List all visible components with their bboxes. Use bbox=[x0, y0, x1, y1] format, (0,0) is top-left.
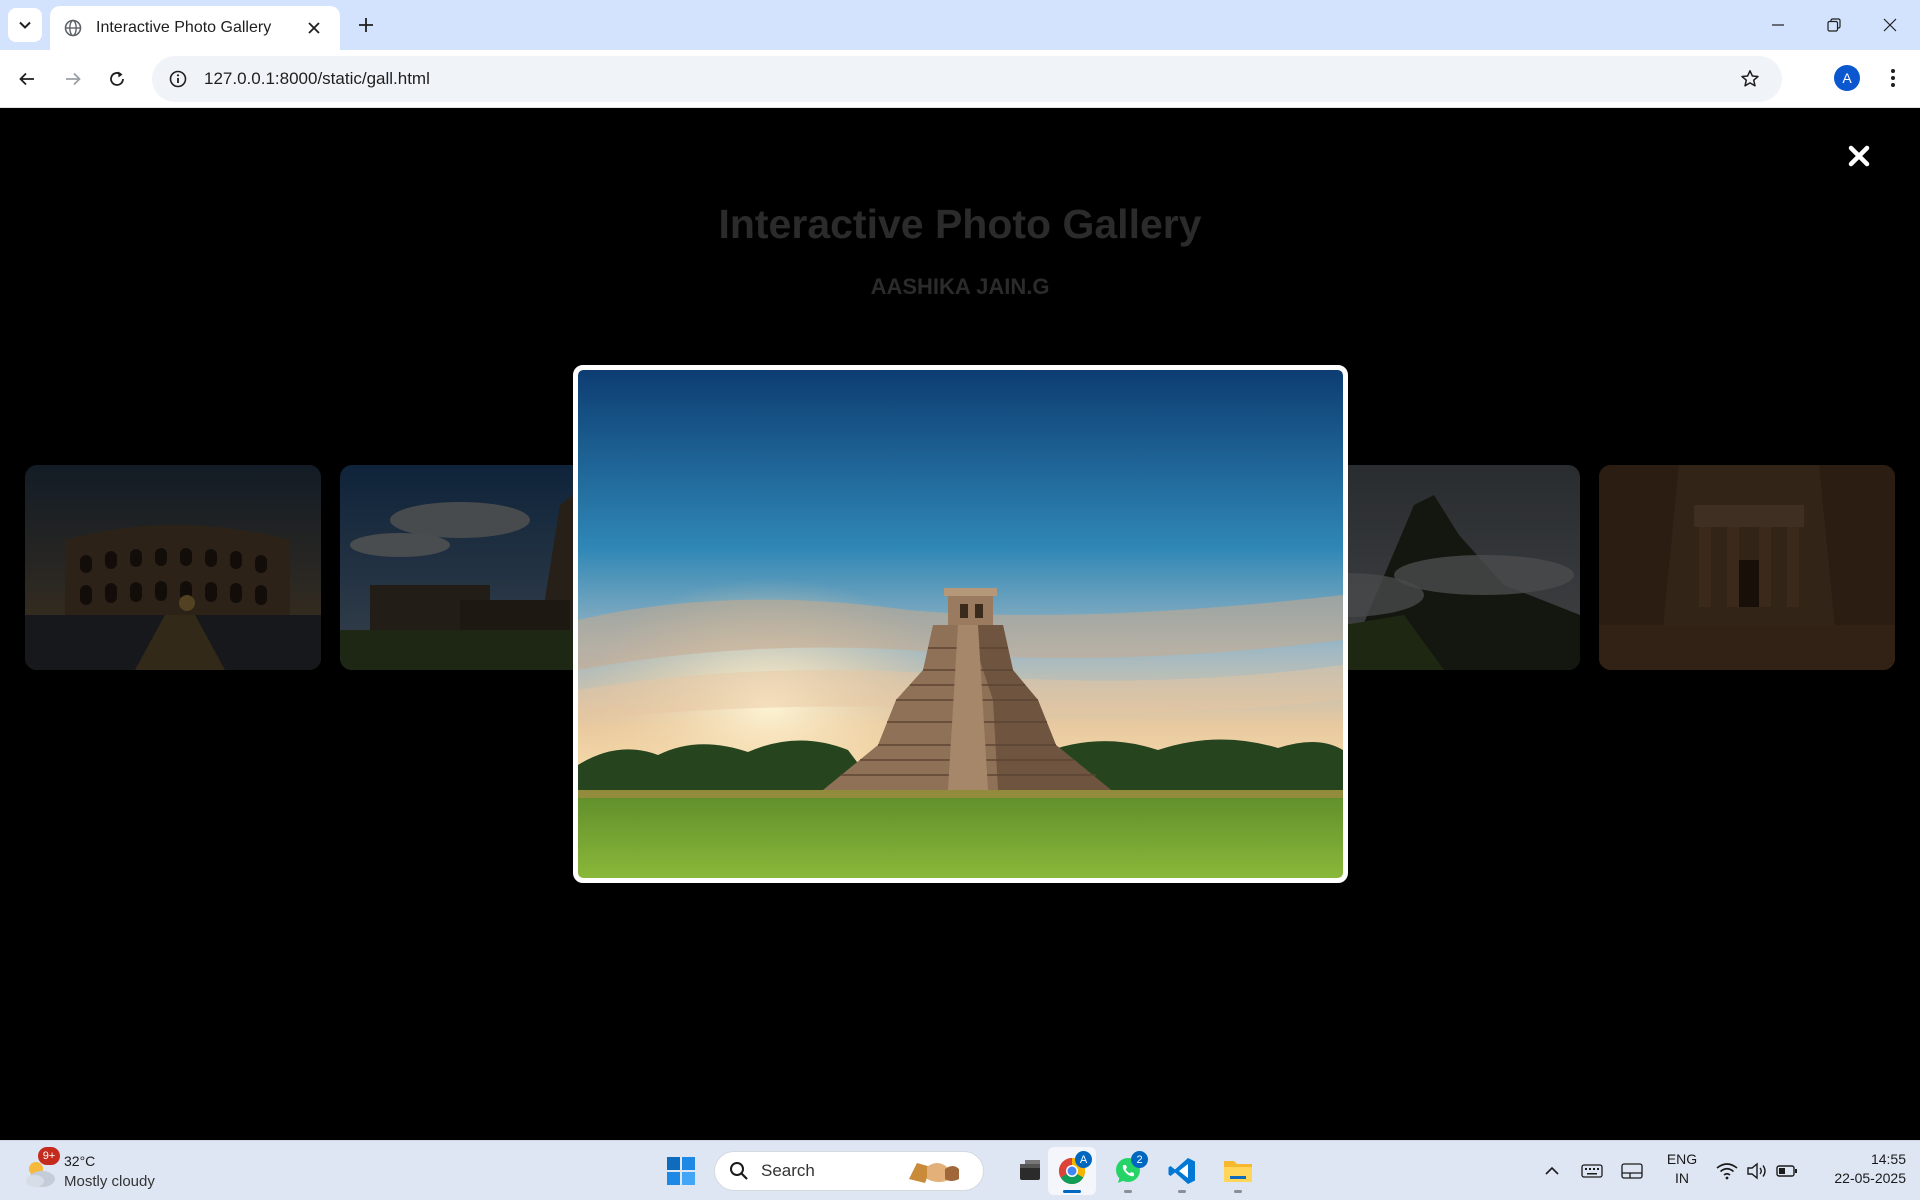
wifi-tray-button[interactable] bbox=[1715, 1159, 1739, 1183]
keyboard-icon bbox=[1581, 1164, 1603, 1178]
tab-close-button[interactable] bbox=[302, 16, 326, 40]
plus-icon bbox=[359, 18, 373, 32]
petra-image bbox=[1599, 465, 1895, 670]
lightbox-close-button[interactable] bbox=[1844, 141, 1874, 171]
site-info-icon[interactable] bbox=[164, 65, 192, 93]
tablet-icon bbox=[1621, 1163, 1643, 1179]
restore-button[interactable] bbox=[1806, 0, 1862, 50]
globe-icon bbox=[64, 19, 82, 37]
tab-search-button[interactable] bbox=[8, 8, 42, 42]
taskbar-file-explorer[interactable] bbox=[1214, 1147, 1262, 1195]
reload-icon bbox=[110, 71, 124, 86]
weather-notification-badge: 9+ bbox=[38, 1147, 60, 1165]
folder-icon bbox=[1224, 1161, 1252, 1182]
more-vertical-icon bbox=[1891, 69, 1895, 87]
search-label: Search bbox=[761, 1161, 815, 1180]
colosseum-image bbox=[25, 465, 321, 670]
weather-description: Mostly cloudy bbox=[64, 1173, 155, 1190]
taskbar-search[interactable]: Search bbox=[714, 1151, 984, 1191]
terminal-icon bbox=[1020, 1160, 1040, 1180]
chrome-profile-badge: A bbox=[1075, 1151, 1092, 1168]
back-button[interactable] bbox=[10, 62, 44, 96]
close-window-button[interactable] bbox=[1862, 0, 1918, 50]
arrow-right-icon bbox=[66, 72, 81, 86]
tab-title: Interactive Photo Gallery bbox=[96, 19, 272, 36]
chichen-itza-pyramid-image bbox=[578, 370, 1343, 878]
forward-button[interactable] bbox=[56, 62, 90, 96]
start-button[interactable] bbox=[657, 1147, 705, 1195]
gallery-thumbnail-colosseum[interactable] bbox=[25, 465, 321, 670]
input-language-indicator[interactable]: ENG IN bbox=[1662, 1150, 1702, 1188]
keyboard-tray-button[interactable] bbox=[1580, 1159, 1604, 1183]
active-app-indicator bbox=[1063, 1190, 1081, 1193]
page-subtitle: AASHIKA JAIN.G bbox=[870, 274, 1050, 299]
restore-icon bbox=[1827, 18, 1841, 32]
bookmark-star-button[interactable] bbox=[1736, 65, 1764, 93]
browser-menu-button[interactable] bbox=[1880, 65, 1906, 91]
running-app-indicator bbox=[1124, 1190, 1132, 1193]
volume-icon bbox=[1747, 1162, 1766, 1180]
address-bar[interactable]: 127.0.0.1:8000/static/gall.html bbox=[152, 56, 1782, 102]
vscode-icon bbox=[1168, 1158, 1195, 1184]
pen-menu-tray-button[interactable] bbox=[1620, 1159, 1644, 1183]
page-title: Interactive Photo Gallery bbox=[718, 201, 1202, 247]
search-icon bbox=[730, 1162, 748, 1180]
weather-temperature: 32°C bbox=[64, 1153, 96, 1169]
running-app-indicator bbox=[1178, 1190, 1186, 1193]
battery-tray-button[interactable] bbox=[1775, 1159, 1799, 1183]
running-app-indicator bbox=[1234, 1190, 1242, 1193]
chevron-up-icon bbox=[1545, 1166, 1559, 1175]
lightbox-modal[interactable] bbox=[573, 365, 1348, 883]
windows-logo-icon bbox=[667, 1157, 695, 1185]
clock-time: 14:55 bbox=[1870, 1151, 1906, 1167]
close-icon bbox=[1848, 145, 1870, 167]
close-icon bbox=[1883, 18, 1897, 32]
language-code: ENG bbox=[1666, 1151, 1698, 1167]
chevron-down-icon bbox=[19, 21, 31, 29]
arrow-left-icon bbox=[19, 72, 34, 86]
wifi-icon bbox=[1716, 1163, 1738, 1180]
whatsapp-unread-badge: 2 bbox=[1131, 1151, 1148, 1168]
battery-icon bbox=[1776, 1165, 1797, 1177]
minimize-icon bbox=[1772, 24, 1784, 26]
browser-tab[interactable]: Interactive Photo Gallery bbox=[50, 6, 340, 50]
minimize-button[interactable] bbox=[1750, 0, 1806, 50]
taskbar: 9+ 32°C Mostly cloudy Search A 2 ENG IN … bbox=[0, 1140, 1920, 1200]
profile-avatar[interactable]: A bbox=[1834, 65, 1860, 91]
clock[interactable]: 14:55 22-05-2025 bbox=[1810, 1150, 1906, 1188]
new-tab-button[interactable] bbox=[352, 11, 380, 39]
gallery-thumbnail-petra[interactable] bbox=[1599, 465, 1895, 670]
taskbar-whatsapp[interactable]: 2 bbox=[1104, 1147, 1152, 1195]
browser-toolbar: 127.0.0.1:8000/static/gall.html A bbox=[0, 50, 1920, 108]
close-icon bbox=[308, 22, 320, 34]
gallery-page: Interactive Photo Gallery AASHIKA JAIN.G bbox=[0, 109, 1920, 1140]
clock-date: 22-05-2025 bbox=[1834, 1170, 1906, 1186]
weather-widget[interactable]: 9+ 32°C Mostly cloudy bbox=[20, 1147, 170, 1193]
show-hidden-icons-button[interactable] bbox=[1540, 1159, 1564, 1183]
region-code: IN bbox=[1675, 1170, 1689, 1186]
url-text[interactable]: 127.0.0.1:8000/static/gall.html bbox=[204, 69, 430, 89]
volume-tray-button[interactable] bbox=[1745, 1159, 1769, 1183]
star-icon bbox=[1741, 70, 1759, 87]
taskbar-chrome[interactable]: A bbox=[1048, 1147, 1096, 1195]
taskbar-vscode[interactable] bbox=[1158, 1147, 1206, 1195]
taskbar-task-view[interactable] bbox=[1006, 1147, 1054, 1195]
reload-button[interactable] bbox=[100, 62, 134, 96]
tab-strip: Interactive Photo Gallery bbox=[0, 0, 1920, 50]
search-highlight-icon bbox=[909, 1163, 959, 1183]
